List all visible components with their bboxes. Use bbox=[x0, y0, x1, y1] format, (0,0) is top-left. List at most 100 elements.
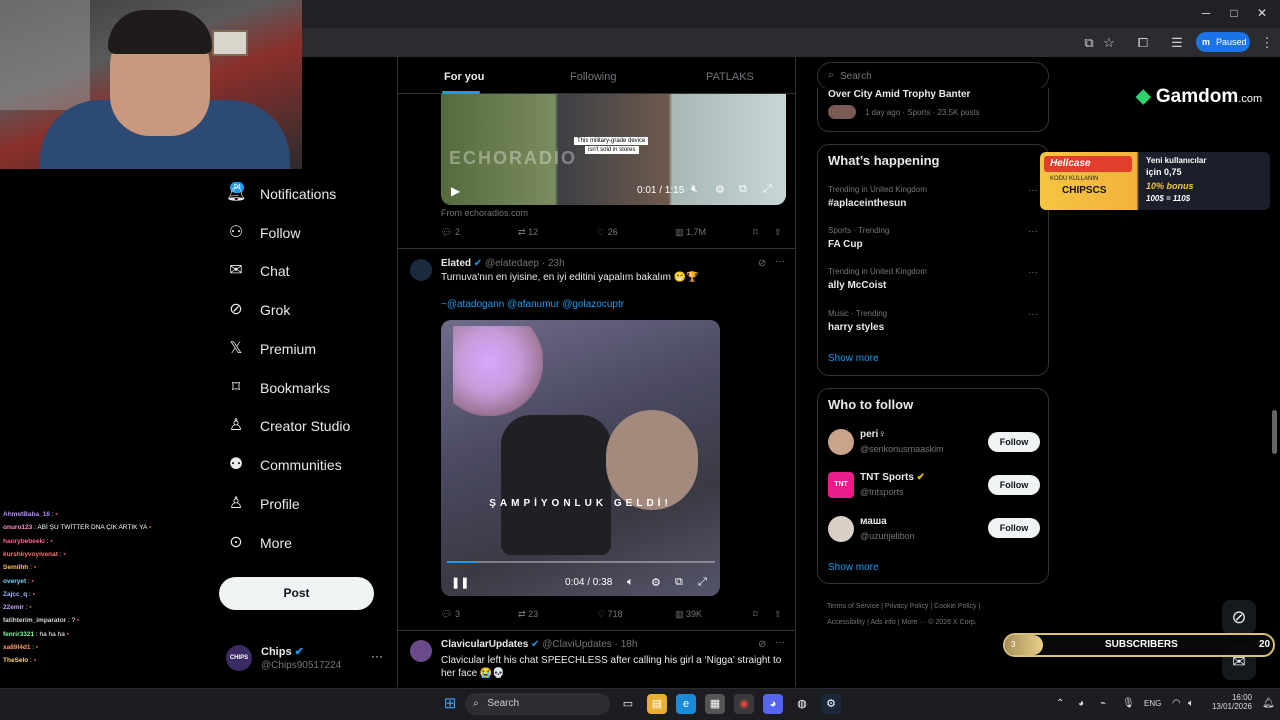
nav-notifications[interactable]: 🔔︎ Notifications bbox=[226, 180, 336, 208]
avatar[interactable] bbox=[828, 429, 854, 455]
chrome-icon[interactable]: ◉ bbox=[734, 694, 754, 714]
more-icon[interactable]: ··· bbox=[775, 256, 785, 267]
more-icon[interactable]: ··· bbox=[1028, 185, 1038, 196]
tab-for-you[interactable]: For you bbox=[444, 71, 484, 83]
edge-icon[interactable]: e bbox=[676, 694, 696, 714]
nav-communities[interactable]: ⚉ Communities bbox=[226, 451, 342, 479]
nav-chat[interactable]: ✉ Chat bbox=[226, 257, 289, 285]
user-name[interactable]: TNT Sports ✔ bbox=[860, 472, 925, 483]
follow-button[interactable]: Follow bbox=[988, 432, 1040, 452]
play-icon[interactable]: ▶ bbox=[451, 184, 460, 198]
store-icon[interactable]: ▦ bbox=[705, 694, 725, 714]
user-name[interactable]: peri♀ bbox=[860, 429, 886, 440]
tab-following[interactable]: Following bbox=[570, 71, 616, 83]
nav-creator-studio[interactable]: ♙ Creator Studio bbox=[226, 412, 350, 440]
footer-link[interactable]: Privacy Policy bbox=[885, 603, 929, 610]
retweet-count[interactable]: ⇄ 23 bbox=[518, 609, 538, 620]
volume-icon[interactable]: 🔈︎ bbox=[1188, 698, 1194, 709]
account-switcher[interactable]: CHIPS Chips ✔ @Chips90517224 ··· bbox=[226, 643, 386, 675]
footer-link[interactable]: Terms of Service bbox=[827, 603, 879, 610]
retweet-count[interactable]: ⇄ 12 bbox=[518, 227, 538, 238]
task-view-icon[interactable]: ▭ bbox=[618, 694, 638, 714]
steam-icon[interactable]: ⚙ bbox=[821, 694, 841, 714]
discord-icon[interactable]: ◕ bbox=[763, 694, 783, 714]
minimize-button[interactable]: ─ bbox=[1196, 6, 1216, 22]
grok-icon[interactable]: ⊘ bbox=[758, 258, 766, 269]
avatar[interactable]: TNT bbox=[828, 472, 854, 498]
tweet2-video[interactable]: ŞAMPİYONLUK GELDİ! ❚❚ 0:04 / 0:38 🔈︎ ⚙ ⧉… bbox=[441, 320, 720, 596]
share-icon[interactable]: ⇪ bbox=[774, 609, 782, 620]
view-count[interactable]: ▥ 39K bbox=[675, 609, 702, 620]
video-progress-track[interactable] bbox=[447, 561, 715, 563]
nav-bookmarks[interactable]: ⌑ Bookmarks bbox=[226, 374, 330, 402]
close-button[interactable]: ✕ bbox=[1252, 6, 1272, 22]
wifi-icon[interactable]: ◠ bbox=[1172, 698, 1181, 709]
obs-icon[interactable]: ◍ bbox=[792, 694, 812, 714]
trend-name[interactable]: #aplaceinthesun bbox=[828, 198, 906, 209]
show-more-link[interactable]: Show more bbox=[828, 353, 879, 364]
tab-patlaks[interactable]: PATLAKS bbox=[706, 71, 754, 83]
clock[interactable]: 16:00 13/01/2026 bbox=[1210, 693, 1252, 711]
more-icon[interactable]: ··· bbox=[775, 637, 785, 648]
tweet1-video[interactable]: ECHORADIO This military-grade device isn… bbox=[441, 94, 786, 205]
mute-icon[interactable]: 🔇︎ bbox=[691, 183, 698, 196]
grok-floating-icon[interactable]: ⊘ bbox=[1222, 600, 1256, 634]
footer-link[interactable]: Cookie Policy bbox=[934, 603, 976, 610]
show-more-link[interactable]: Show more bbox=[828, 562, 879, 573]
bookmark-icon[interactable]: ⌑ bbox=[753, 227, 758, 238]
trend-name[interactable]: harry styles bbox=[828, 322, 884, 333]
avatar[interactable] bbox=[410, 640, 432, 662]
view-count[interactable]: ▥ 1.7M bbox=[675, 227, 706, 238]
avatar[interactable] bbox=[828, 516, 854, 542]
bookmark-icon[interactable]: ⌑ bbox=[753, 609, 758, 620]
tray-chevron-icon[interactable]: ⌃ bbox=[1056, 698, 1064, 709]
more-icon[interactable]: ··· bbox=[1028, 267, 1038, 278]
pip-icon[interactable]: ⧉ bbox=[675, 576, 683, 589]
more-icon[interactable]: ··· bbox=[1028, 309, 1038, 320]
share-icon[interactable]: ⇪ bbox=[774, 227, 782, 238]
page-scrollbar[interactable] bbox=[1272, 410, 1277, 454]
follow-button[interactable]: Follow bbox=[988, 475, 1040, 495]
footer-link[interactable]: More ··· bbox=[901, 619, 926, 626]
volume-icon[interactable]: 🔈︎ bbox=[627, 576, 634, 589]
pip-icon[interactable]: ⧉ bbox=[739, 183, 747, 196]
microphone-icon[interactable]: 🎙︎ bbox=[1122, 698, 1135, 709]
trend-name[interactable]: FA Cup bbox=[828, 239, 863, 250]
avatar[interactable] bbox=[410, 259, 432, 281]
install-app-icon[interactable]: ⧉ bbox=[1080, 34, 1098, 52]
like-count[interactable]: ♡ 26 bbox=[597, 227, 618, 238]
fullscreen-icon[interactable]: ⤢ bbox=[763, 183, 772, 196]
reply-count[interactable]: 💬︎ 3 bbox=[441, 609, 460, 620]
windows-start-icon[interactable]: ⊞ bbox=[440, 694, 460, 714]
fullscreen-icon[interactable]: ⤢ bbox=[698, 576, 707, 589]
nav-follow[interactable]: ⚇ Follow bbox=[226, 219, 301, 247]
profile-paused-button[interactable]: m Paused bbox=[1196, 32, 1250, 52]
tray-network-icon[interactable]: ⌁ bbox=[1100, 698, 1106, 709]
grok-icon[interactable]: ⊘ bbox=[758, 639, 766, 650]
search-input[interactable]: ⌕ Search bbox=[817, 62, 1049, 90]
account-more-icon[interactable]: ··· bbox=[371, 649, 383, 663]
nav-profile[interactable]: ♙ Profile bbox=[226, 490, 300, 518]
tray-discord-icon[interactable]: ◕ bbox=[1078, 698, 1084, 709]
link-source[interactable]: From echoradios.com bbox=[441, 208, 528, 218]
more-icon[interactable]: ··· bbox=[1028, 226, 1038, 237]
file-explorer-icon[interactable]: ▤ bbox=[647, 694, 667, 714]
nav-more[interactable]: ⊙ More bbox=[226, 529, 292, 557]
footer-link[interactable]: Ads info bbox=[870, 619, 895, 626]
language-indicator[interactable]: ENG bbox=[1144, 699, 1161, 708]
pause-icon[interactable]: ❚❚ bbox=[451, 576, 469, 589]
menu-kebab-icon[interactable]: ⋮ bbox=[1258, 34, 1276, 52]
media-icon[interactable]: ☰ bbox=[1168, 34, 1186, 52]
maximize-button[interactable]: □ bbox=[1224, 6, 1244, 22]
post-button[interactable]: Post bbox=[219, 577, 374, 610]
trend-card-top[interactable]: Over City Amid Trophy Banter 1 day ago ·… bbox=[817, 88, 1049, 132]
footer-link[interactable]: Accessibility bbox=[827, 619, 865, 626]
taskbar-search[interactable]: ⌕ Search bbox=[465, 693, 610, 715]
nav-premium[interactable]: 𝕏 Premium bbox=[226, 335, 316, 363]
timeline[interactable]: For you Following PATLAKS ECHORADIO This… bbox=[397, 57, 796, 687]
like-count[interactable]: ♡ 718 bbox=[597, 609, 623, 620]
trend-name[interactable]: ally McCoist bbox=[828, 280, 886, 291]
tweet2-mentions[interactable]: ~@atadogann @afanumur @golazocuptr bbox=[441, 299, 624, 310]
follow-button[interactable]: Follow bbox=[988, 518, 1040, 538]
extensions-icon[interactable]: ⧠ bbox=[1134, 34, 1152, 52]
